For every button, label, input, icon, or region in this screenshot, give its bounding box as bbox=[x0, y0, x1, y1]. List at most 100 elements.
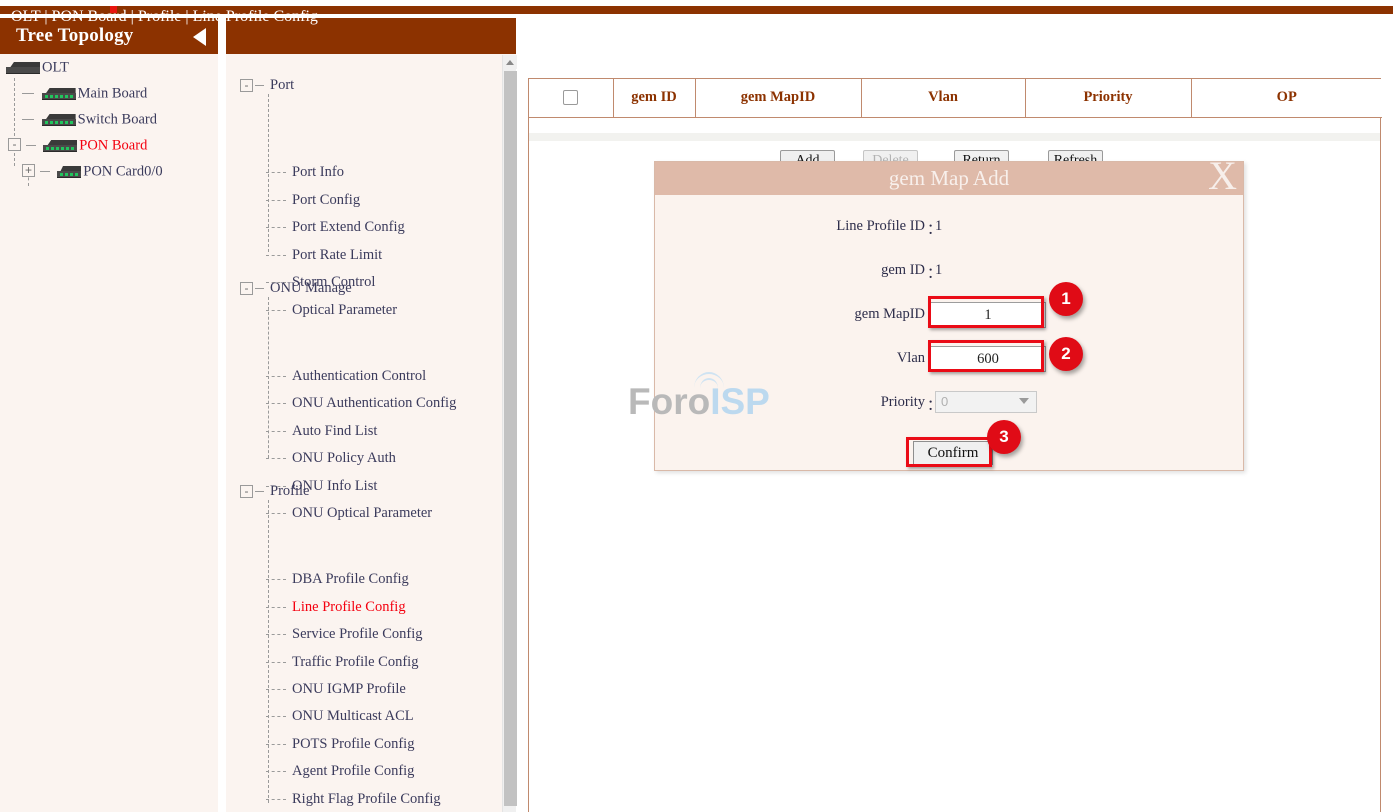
line-profile-id-value: 1 bbox=[935, 218, 942, 235]
device-icon bbox=[57, 166, 81, 178]
menu-item-right-flag-profile-config[interactable]: Right Flag Profile Config bbox=[266, 791, 441, 808]
menu-item-onu-authentication-config[interactable]: ONU Authentication Config bbox=[266, 395, 456, 412]
menu-item-port-rate-limit[interactable]: Port Rate Limit bbox=[266, 247, 382, 264]
menu-item-port-config[interactable]: Port Config bbox=[266, 192, 360, 209]
line-profile-id-label: Line Profile ID bbox=[836, 218, 925, 235]
dialog-title: gem Map Add bbox=[655, 166, 1243, 191]
gem-id-label: gem ID bbox=[881, 262, 925, 279]
menu-group-label: ONU Manage bbox=[270, 280, 352, 296]
group-collapse-toggle[interactable]: - bbox=[240, 485, 253, 498]
table-header-gem-mapid: gem MapID bbox=[695, 79, 861, 117]
gem-map-add-dialog: gem Map Add X Line Profile ID ： 1 gem ID… bbox=[654, 161, 1244, 471]
app-root: Tree Topology OLT Main Board bbox=[0, 0, 1393, 812]
tree-item-main-board[interactable]: Main Board bbox=[0, 80, 218, 106]
menu-item-label: Agent Profile Config bbox=[292, 763, 414, 779]
menu-group-port[interactable]: - Port bbox=[240, 77, 294, 94]
scroll-up-icon[interactable] bbox=[503, 55, 517, 69]
tree-item-pon-card[interactable]: + PON Card0/0 bbox=[0, 158, 218, 184]
menu-item-auto-find-list[interactable]: Auto Find List bbox=[266, 423, 377, 440]
menu-item-traffic-profile-config[interactable]: Traffic Profile Config bbox=[266, 654, 418, 671]
menu-item-onu-multicast-acl[interactable]: ONU Multicast ACL bbox=[266, 708, 414, 725]
panel-border-right bbox=[1380, 78, 1381, 812]
tree-collapse-toggle[interactable]: - bbox=[8, 138, 21, 151]
priority-label: Priority bbox=[881, 394, 925, 411]
menu-item-service-profile-config[interactable]: Service Profile Config bbox=[266, 626, 422, 643]
menu-item-label: Port Extend Config bbox=[292, 219, 405, 235]
scrollbar-thumb[interactable] bbox=[504, 71, 517, 806]
table-header-row: gem ID gem MapID Vlan Priority OP bbox=[529, 79, 1382, 117]
menu-tree: - Port Port Info Port Config Port Extend … bbox=[226, 54, 506, 812]
group-collapse-toggle[interactable]: - bbox=[240, 79, 253, 92]
gem-mapid-input[interactable]: 1 bbox=[930, 302, 1046, 328]
menu-item-onu-igmp-profile[interactable]: ONU IGMP Profile bbox=[266, 681, 406, 698]
menu-item-pots-profile-config[interactable]: POTS Profile Config bbox=[266, 736, 414, 753]
select-all-checkbox[interactable] bbox=[563, 90, 578, 105]
menu-group-onu-manage[interactable]: - ONU Manage bbox=[240, 280, 352, 297]
menu-item-label: Optical Parameter bbox=[292, 302, 397, 318]
menu-item-label: Port Info bbox=[292, 164, 344, 180]
tree-connector bbox=[40, 171, 50, 172]
tree-expand-toggle[interactable]: + bbox=[22, 164, 35, 177]
step-badge-2: 2 bbox=[1049, 337, 1083, 371]
menu-item-label: ONU Authentication Config bbox=[292, 395, 456, 411]
caret-left-icon[interactable] bbox=[193, 28, 206, 46]
close-icon[interactable]: X bbox=[1208, 156, 1237, 196]
menu-item-label: Auto Find List bbox=[292, 423, 377, 439]
tree-connector bbox=[22, 119, 34, 120]
menu-item-label: ONU Multicast ACL bbox=[292, 708, 414, 724]
menu-scrollbar[interactable] bbox=[502, 55, 516, 812]
priority-selected-value: 0 bbox=[941, 394, 948, 409]
vlan-input[interactable]: 600 bbox=[930, 346, 1046, 372]
menu-item-label: Line Profile Config bbox=[292, 599, 406, 615]
menu-item-onu-policy-auth[interactable]: ONU Policy Auth bbox=[266, 450, 396, 467]
tree-item-label: OLT bbox=[42, 60, 69, 76]
panel-border-left bbox=[528, 78, 529, 812]
table-empty-body bbox=[528, 133, 1381, 141]
priority-select[interactable]: 0 bbox=[935, 391, 1037, 413]
menu-group-label: Profile bbox=[270, 483, 309, 499]
menu-group-profile[interactable]: - Profile bbox=[240, 483, 309, 500]
menu-item-label: Port Rate Limit bbox=[292, 247, 382, 263]
table-header-op: OP bbox=[1191, 79, 1382, 117]
table-header-gem-id: gem ID bbox=[613, 79, 695, 117]
vlan-label: Vlan bbox=[897, 350, 925, 367]
tree-item-label: PON Board bbox=[79, 138, 147, 154]
menu-item-label: Traffic Profile Config bbox=[292, 654, 418, 670]
menu-item-label: ONU Optical Parameter bbox=[292, 505, 432, 521]
sidebar-title: Tree Topology bbox=[16, 25, 134, 47]
step-badge-3: 3 bbox=[987, 420, 1021, 454]
gem-id-value: 1 bbox=[935, 262, 942, 279]
tree-item-label: Main Board bbox=[78, 86, 148, 102]
menu-item-dba-profile-config[interactable]: DBA Profile Config bbox=[266, 571, 409, 588]
tree-item-switch-board[interactable]: Switch Board bbox=[0, 106, 218, 132]
menu-item-label: ONU IGMP Profile bbox=[292, 681, 406, 697]
menu-item-label: Port Config bbox=[292, 192, 360, 208]
menu-item-port-info[interactable]: Port Info bbox=[266, 164, 344, 181]
tree-item-olt[interactable]: OLT bbox=[0, 54, 218, 80]
table-header-priority: Priority bbox=[1025, 79, 1191, 117]
dialog-header: gem Map Add bbox=[655, 162, 1243, 195]
device-tree: OLT Main Board Switch Board - bbox=[0, 54, 218, 184]
menu-item-authentication-control[interactable]: Authentication Control bbox=[266, 368, 426, 385]
menu-item-port-extend-config[interactable]: Port Extend Config bbox=[266, 219, 405, 236]
device-icon bbox=[42, 88, 76, 100]
tree-item-label: PON Card0/0 bbox=[83, 164, 162, 180]
menu-item-line-profile-config[interactable]: Line Profile Config bbox=[266, 599, 406, 616]
tree-connector bbox=[26, 145, 36, 146]
chevron-down-icon bbox=[1019, 398, 1029, 404]
tree-item-pon-board[interactable]: - PON Board bbox=[0, 132, 218, 158]
menu-item-label: Right Flag Profile Config bbox=[292, 791, 441, 807]
menu-item-label: POTS Profile Config bbox=[292, 736, 414, 752]
device-icon bbox=[43, 140, 77, 152]
tree-connector bbox=[22, 93, 34, 94]
watermark-logo: ForoISP bbox=[628, 381, 770, 423]
menu-item-agent-profile-config[interactable]: Agent Profile Config bbox=[266, 763, 414, 780]
group-collapse-toggle[interactable]: - bbox=[240, 282, 253, 295]
table-header-select-all[interactable] bbox=[529, 79, 613, 117]
menu-item-optical-parameter[interactable]: Optical Parameter bbox=[266, 302, 397, 319]
confirm-button[interactable]: Confirm bbox=[913, 441, 993, 465]
device-icon bbox=[6, 62, 40, 74]
menu-group-label: Port bbox=[270, 77, 294, 93]
menu-item-onu-optical-parameter[interactable]: ONU Optical Parameter bbox=[266, 505, 432, 522]
menu-item-label: ONU Policy Auth bbox=[292, 450, 396, 466]
